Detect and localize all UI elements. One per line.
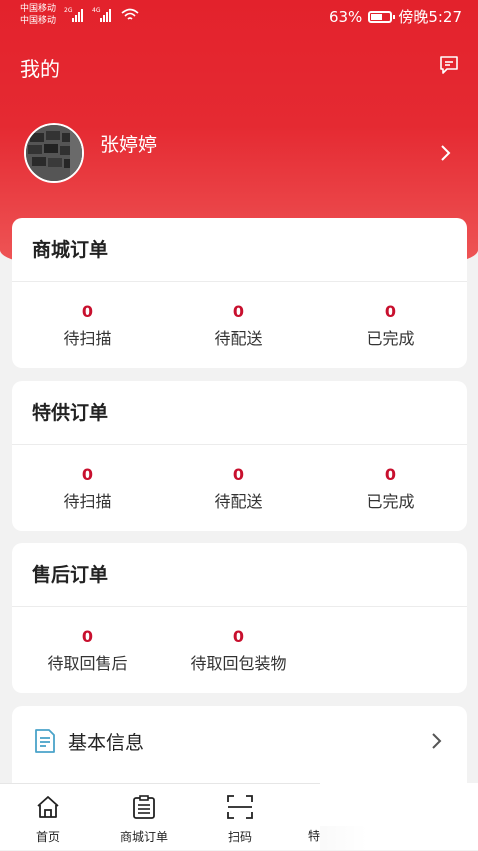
carrier-info: 中国移动 中国移动 [20, 3, 56, 27]
stat-count: 0 [232, 465, 245, 484]
stat-pending-packaging-pickup[interactable]: 0 待取回包装物 [163, 607, 314, 674]
bottom-tab-bar: 首页 商城订单 扫码 [0, 783, 320, 850]
stat-label: 待配送 [214, 329, 263, 348]
tab-mall-orders[interactable]: 商城订单 [96, 784, 192, 851]
signal-icon-2 [100, 8, 111, 22]
clock: 傍晚5:27 [398, 8, 462, 26]
tab-label: 扫码 [227, 830, 252, 844]
card-title: 商城订单 [12, 218, 467, 282]
carrier-1: 中国移动 [20, 4, 57, 14]
mall-orders-card: 商城订单 0 待扫描 0 待配送 0 已完成 [12, 218, 467, 368]
order-stats: 0 待扫描 0 待配送 0 已完成 [12, 282, 467, 368]
stat-label: 待扫描 [63, 329, 112, 348]
stat-count: 0 [384, 465, 397, 484]
scan-icon [227, 795, 253, 819]
stat-pending-scan[interactable]: 0 待扫描 [12, 445, 163, 512]
wifi-icon [121, 8, 139, 20]
stat-label: 已完成 [366, 329, 415, 348]
battery-icon [368, 10, 396, 23]
overlay-fade [320, 783, 478, 850]
stat-count: 0 [81, 302, 94, 321]
status-bar: 中国移动 中国移动 2G 4G 63% 傍晚5:27 [0, 0, 478, 34]
basic-info-label: 基本信息 [68, 732, 145, 754]
after-sales-orders-card: 售后订单 0 待取回售后 0 待取回包装物 [12, 543, 467, 693]
battery-percent: 63% [328, 7, 363, 26]
avatar-image [26, 125, 82, 181]
order-stats: 0 待扫描 0 待配送 0 已完成 [12, 445, 467, 531]
document-icon [35, 729, 55, 753]
carrier-2: 中国移动 [20, 16, 57, 26]
page-title: 我的 [20, 57, 60, 81]
user-name[interactable]: 张婷婷 [100, 130, 157, 157]
basic-info-row[interactable]: 基本信息 [12, 706, 467, 774]
stat-pending-scan[interactable]: 0 待扫描 [12, 282, 163, 349]
status-right: 63% 傍晚5:27 [329, 6, 462, 27]
order-stats: 0 待取回售后 0 待取回包装物 [12, 607, 467, 693]
message-square-icon[interactable] [438, 54, 460, 76]
tab-scan[interactable]: 扫码 [192, 784, 288, 851]
tab-label-partial[interactable]: 特 [308, 827, 320, 844]
chevron-right-icon[interactable] [440, 144, 452, 162]
stat-label: 已完成 [366, 492, 415, 511]
stat-label: 待配送 [214, 492, 263, 511]
card-title: 特供订单 [12, 381, 467, 445]
tab-label: 商城订单 [119, 830, 168, 844]
battery-level [371, 13, 383, 20]
stat-label: 待取回包装物 [190, 654, 287, 673]
stat-pending-delivery[interactable]: 0 待配送 [163, 282, 314, 349]
stat-label: 待取回售后 [47, 654, 128, 673]
home-icon [37, 796, 59, 818]
card-title: 售后订单 [12, 543, 467, 607]
avatar[interactable] [24, 123, 84, 183]
chevron-right-icon [432, 733, 442, 749]
special-orders-card: 特供订单 0 待扫描 0 待配送 0 已完成 [12, 381, 467, 531]
stat-count: 0 [232, 627, 245, 646]
stat-count: 0 [81, 465, 94, 484]
stat-label: 待扫描 [63, 492, 112, 511]
clipboard-list-icon [133, 795, 155, 819]
stat-count: 0 [81, 627, 94, 646]
tab-label: 首页 [35, 830, 60, 844]
stat-completed[interactable]: 0 已完成 [315, 282, 466, 349]
stat-count: 0 [232, 302, 245, 321]
stat-count: 0 [384, 302, 397, 321]
tab-home[interactable]: 首页 [0, 784, 96, 851]
stat-pending-delivery[interactable]: 0 待配送 [163, 445, 314, 512]
stat-completed[interactable]: 0 已完成 [315, 445, 466, 512]
signal-icon-1 [72, 8, 83, 22]
stat-pending-after-sales-pickup[interactable]: 0 待取回售后 [12, 607, 163, 674]
